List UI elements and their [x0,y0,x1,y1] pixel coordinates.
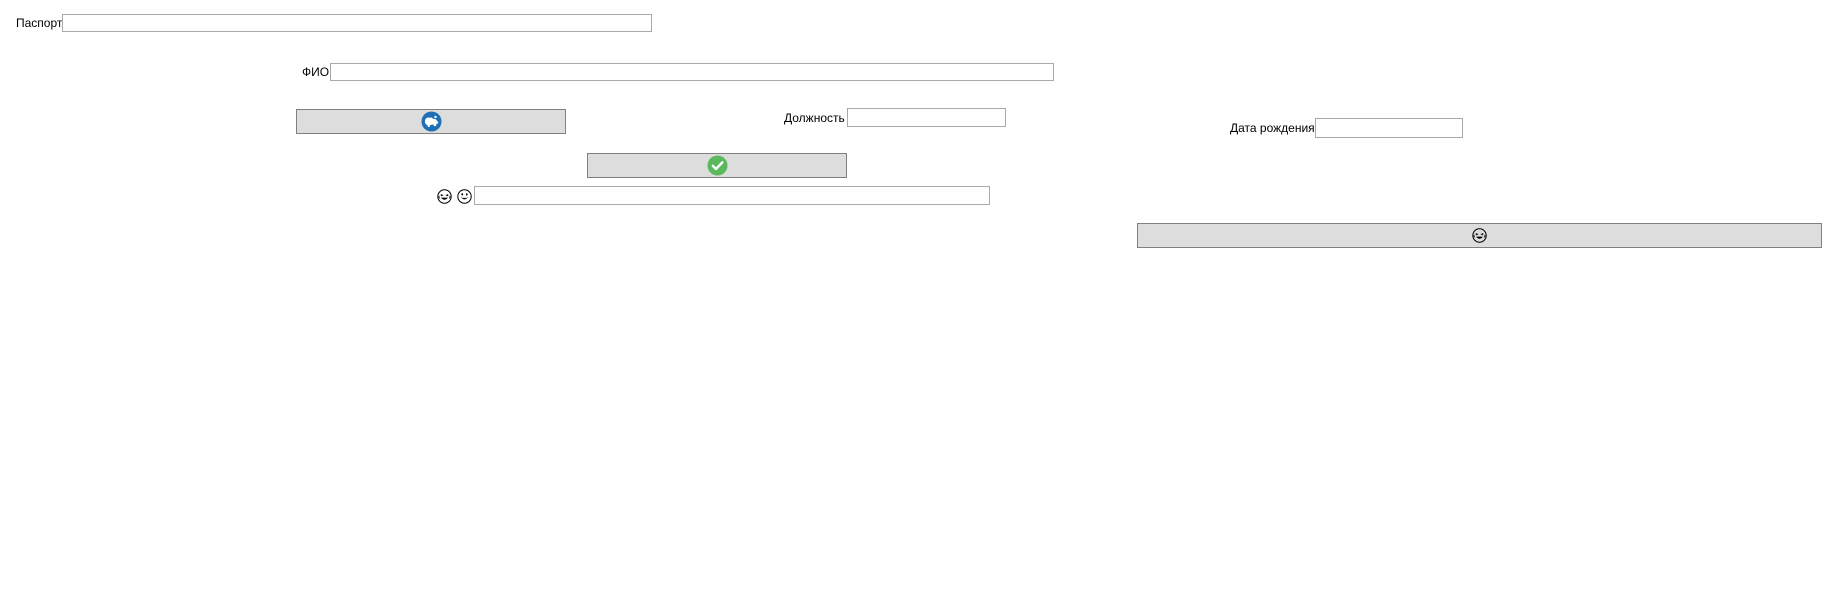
globe-icon [421,111,442,132]
position-input[interactable] [847,108,1006,127]
position-label: Должность [784,111,845,125]
form-window: Паспорт ФИО Должность Дата рождения [0,0,1822,604]
check-circle-icon [707,155,728,176]
passport-input[interactable] [62,14,652,32]
birth-date-label: Дата рождения [1230,121,1315,135]
smiley-button[interactable] [1137,223,1822,248]
fio-label: ФИО [302,65,330,79]
confirm-button[interactable] [587,153,847,178]
fio-input[interactable] [330,63,1054,81]
laughing-face-icon [1472,228,1487,243]
birth-date-input[interactable] [1315,118,1463,138]
globe-button[interactable] [296,109,566,134]
passport-label: Паспорт [16,16,63,30]
emoji-text-input[interactable] [474,186,990,205]
grinning-face-icon [457,189,472,204]
laughing-face-icon [437,189,452,204]
